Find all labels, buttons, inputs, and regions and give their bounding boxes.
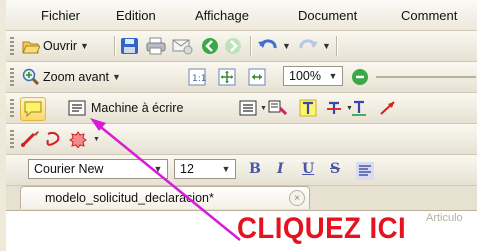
app-window: Fichier Edition Affichage Document Comme… <box>0 0 477 251</box>
annotation-arrow <box>90 118 241 241</box>
